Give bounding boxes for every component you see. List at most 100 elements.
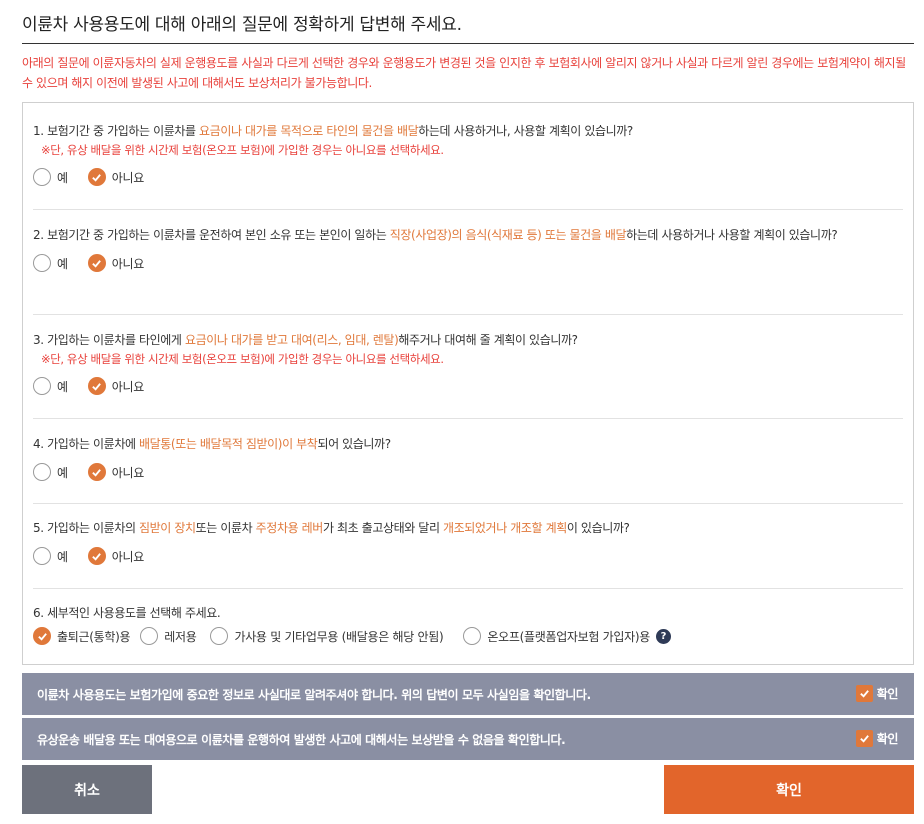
- option-label: 예: [57, 549, 68, 564]
- usage-option-household[interactable]: 가사용 및 기타업무용 (배달용은 해당 안됨): [210, 627, 444, 645]
- question-4-options: 예 아니요: [33, 462, 903, 482]
- option-label: 온오프(플랫폼업자보험 가입자)용: [487, 629, 651, 644]
- option-label: 예: [57, 256, 68, 271]
- question-3: 3. 가입하는 이륜차를 타인에게 요금이나 대가를 받고 대여(리스, 임대,…: [33, 330, 903, 396]
- question-3-option-yes[interactable]: 예: [33, 377, 68, 395]
- question-1-text-part: 1. 보험기간 중 가입하는 이륜차를: [33, 124, 200, 138]
- option-label: 아니요: [111, 379, 145, 394]
- confirm-checkbox-truthful[interactable]: 확인: [855, 685, 899, 702]
- confirm-text: 이륜차 사용용도는 보험가입에 중요한 정보로 사실대로 알려주셔야 합니다. …: [37, 687, 591, 702]
- confirm-label: 확인: [876, 687, 899, 701]
- radio-unchecked-icon[interactable]: [33, 168, 51, 186]
- radio-unchecked-icon[interactable]: [210, 627, 229, 645]
- radio-unchecked-icon[interactable]: [33, 463, 51, 481]
- confirm-button[interactable]: 확인: [664, 765, 914, 814]
- question-5-text-part: 이 있습니까?: [566, 521, 630, 535]
- option-label: 레저용: [164, 629, 197, 644]
- question-2-option-yes[interactable]: 예: [33, 254, 68, 272]
- question-2-options: 예 아니요: [33, 253, 903, 273]
- confirm-bar-truthful: 이륜차 사용용도는 보험가입에 중요한 정보로 사실대로 알려주셔야 합니다. …: [22, 673, 914, 715]
- question-divider: [33, 314, 903, 315]
- question-1-text-part: 하는데 사용하거나, 사용할 계획이 있습니까?: [418, 124, 633, 138]
- question-4-text-part: 되어 있습니까?: [317, 437, 391, 451]
- radio-unchecked-icon[interactable]: [140, 627, 159, 645]
- radio-checked-icon[interactable]: [87, 547, 106, 565]
- usage-option-onoff[interactable]: 온오프(플랫폼업자보험 가입자)용: [463, 627, 650, 645]
- question-4-option-no[interactable]: 아니요: [87, 463, 145, 481]
- confirm-label: 확인: [876, 732, 899, 746]
- title-divider: [22, 43, 914, 44]
- usage-option-commute[interactable]: 출퇴근(통학)용: [33, 627, 131, 645]
- radio-checked-icon[interactable]: [33, 627, 51, 645]
- question-box: 1. 보험기간 중 가입하는 이륜차를 요금이나 대가를 목적으로 타인의 물건…: [22, 102, 914, 665]
- question-3-option-no[interactable]: 아니요: [87, 377, 145, 395]
- cancel-button[interactable]: 취소: [22, 765, 152, 814]
- checkbox-checked-icon[interactable]: [855, 685, 873, 702]
- confirm-checkbox-no-compensation[interactable]: 확인: [855, 730, 899, 747]
- radio-unchecked-icon[interactable]: [33, 377, 51, 395]
- question-1-options: 예 아니요: [33, 167, 903, 187]
- confirm-bar-no-compensation: 유상운송 배달용 또는 대여용으로 이륜차를 운행하여 발생한 사고에 대해서는…: [22, 718, 914, 760]
- question-divider: [33, 209, 903, 210]
- question-5-option-no[interactable]: 아니요: [87, 547, 145, 565]
- question-5-options: 예 아니요: [33, 546, 903, 566]
- question-6-options: 출퇴근(통학)용 레저용 가사용 및 기타업무용 (배달용은 해당 안됨) 온오…: [33, 626, 903, 646]
- question-divider: [33, 418, 903, 419]
- option-label: 아니요: [111, 170, 145, 185]
- page-title: 이륜차 사용용도에 대해 아래의 질문에 정확하게 답변해 주세요.: [22, 15, 462, 35]
- option-label: 예: [57, 170, 68, 185]
- question-1-option-no[interactable]: 아니요: [87, 168, 145, 186]
- question-5-highlight: 짐받이 장치: [139, 521, 196, 535]
- question-2-option-no[interactable]: 아니요: [87, 254, 145, 272]
- radio-checked-icon[interactable]: [87, 463, 106, 481]
- question-1-text: 1. 보험기간 중 가입하는 이륜차를 요금이나 대가를 목적으로 타인의 물건…: [33, 121, 903, 141]
- question-4-highlight: 배달통(또는 배달목적 짐받이)이 부착: [139, 437, 318, 451]
- question-5-text-part: 또는 이륜차: [195, 521, 256, 535]
- option-label: 아니요: [111, 549, 145, 564]
- question-1: 1. 보험기간 중 가입하는 이륜차를 요금이나 대가를 목적으로 타인의 물건…: [33, 121, 903, 187]
- option-label: 출퇴근(통학)용: [57, 629, 131, 644]
- question-2-text: 2. 보험기간 중 가입하는 이륜차를 운전하여 본인 소유 또는 본인이 일하…: [33, 225, 903, 245]
- radio-unchecked-icon[interactable]: [33, 254, 51, 272]
- question-5: 5. 가입하는 이륜차의 짐받이 장치또는 이륜차 주정차용 레버가 최초 출고…: [33, 518, 903, 566]
- question-5-text: 5. 가입하는 이륜차의 짐받이 장치또는 이륜차 주정차용 레버가 최초 출고…: [33, 518, 903, 538]
- question-4-text-part: 4. 가입하는 이륜차에: [33, 437, 140, 451]
- question-5-option-yes[interactable]: 예: [33, 547, 68, 565]
- option-label: 예: [57, 379, 68, 394]
- radio-checked-icon[interactable]: [87, 254, 106, 272]
- radio-unchecked-icon[interactable]: [463, 627, 482, 645]
- question-divider: [33, 588, 903, 589]
- radio-checked-icon[interactable]: [87, 168, 106, 186]
- question-4-text: 4. 가입하는 이륜차에 배달통(또는 배달목적 짐받이)이 부착되어 있습니까…: [33, 434, 903, 454]
- checkbox-checked-icon[interactable]: [855, 730, 873, 747]
- option-label: 아니요: [111, 256, 145, 271]
- help-icon[interactable]: ?: [656, 628, 672, 644]
- question-4-option-yes[interactable]: 예: [33, 463, 68, 481]
- question-1-note: ※단, 유상 배달을 위한 시간제 보험(온오프 보험)에 가입한 경우는 아니…: [41, 143, 444, 157]
- question-3-text-part: 3. 가입하는 이륜차를 타인에게: [33, 333, 185, 347]
- option-label: 가사용 및 기타업무용 (배달용은 해당 안됨): [234, 629, 444, 644]
- question-5-text-part: 5. 가입하는 이륜차의: [33, 521, 140, 535]
- usage-option-leisure[interactable]: 레저용: [140, 627, 197, 645]
- question-2-text-part: 2. 보험기간 중 가입하는 이륜차를 운전하여 본인 소유 또는 본인이 일하…: [33, 228, 390, 242]
- question-divider: [33, 503, 903, 504]
- question-5-text-part: 가 최초 출고상태와 달리: [322, 521, 443, 535]
- warning-notice: 아래의 질문에 이륜자동차의 실제 운행용도를 사실과 다르게 선택한 경우와 …: [22, 56, 906, 90]
- question-2-highlight: 직장(사업장)의 음식(식재료 등) 또는 물건을 배달: [389, 228, 627, 242]
- question-1-highlight: 요금이나 대가를 목적으로 타인의 물건을 배달: [199, 124, 419, 138]
- question-6-text: 6. 세부적인 사용용도를 선택해 주세요.: [33, 606, 221, 620]
- radio-unchecked-icon[interactable]: [33, 547, 51, 565]
- confirm-text: 유상운송 배달용 또는 대여용으로 이륜차를 운행하여 발생한 사고에 대해서는…: [37, 732, 566, 747]
- question-4: 4. 가입하는 이륜차에 배달통(또는 배달목적 짐받이)이 부착되어 있습니까…: [33, 434, 903, 482]
- question-3-text-part: 해주거나 대여해 줄 계획이 있습니까?: [398, 333, 578, 347]
- question-1-option-yes[interactable]: 예: [33, 168, 68, 186]
- question-3-highlight: 요금이나 대가를 받고 대여(리스, 임대, 렌탈): [185, 333, 399, 347]
- option-label: 예: [57, 465, 68, 480]
- question-5-highlight: 개조되었거나 개조할 계획: [443, 521, 567, 535]
- option-label: 아니요: [111, 465, 145, 480]
- question-2-text-part: 하는데 사용하거나 사용할 계획이 있습니까?: [626, 228, 838, 242]
- radio-checked-icon[interactable]: [87, 377, 106, 395]
- question-3-note: ※단, 유상 배달을 위한 시간제 보험(온오프 보험)에 가입한 경우는 아니…: [41, 352, 444, 366]
- question-6: 6. 세부적인 사용용도를 선택해 주세요. 출퇴근(통학)용 레저용 가사용 …: [33, 603, 903, 646]
- question-3-text: 3. 가입하는 이륜차를 타인에게 요금이나 대가를 받고 대여(리스, 임대,…: [33, 330, 903, 350]
